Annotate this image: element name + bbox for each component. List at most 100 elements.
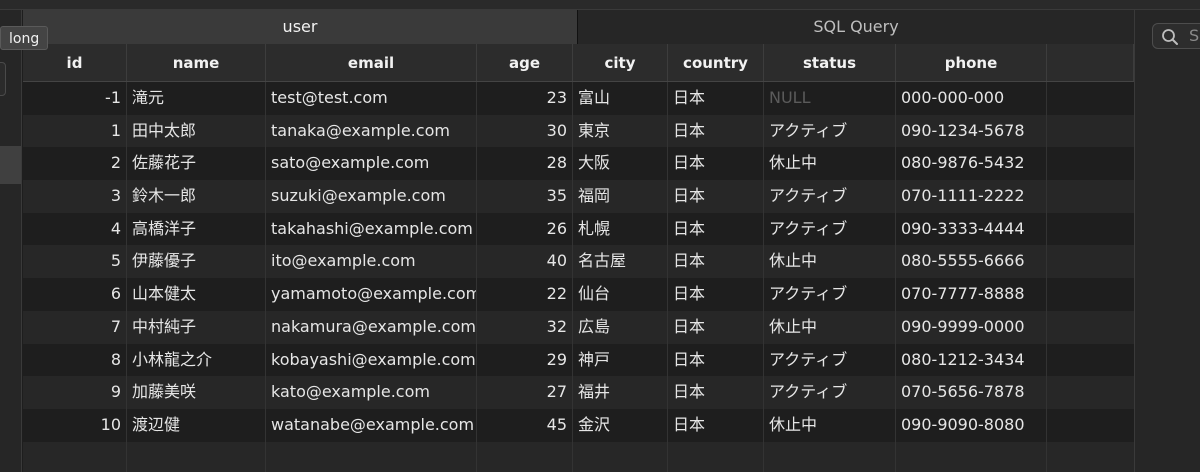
cell-country[interactable]: 日本 — [668, 114, 764, 148]
column-header-status[interactable]: status — [764, 44, 896, 81]
cell-city[interactable]: 札幌 — [573, 212, 668, 246]
cell-age[interactable]: 32 — [477, 310, 573, 344]
cell-age[interactable]: 40 — [477, 245, 573, 279]
cell-status[interactable]: アクティブ — [764, 114, 896, 148]
cell-id[interactable]: 7 — [23, 310, 127, 344]
cell-name[interactable]: 伊藤優子 — [127, 245, 266, 279]
cell-country[interactable]: 日本 — [668, 82, 764, 115]
cell-city[interactable]: 福岡 — [573, 180, 668, 213]
cell-country[interactable]: 日本 — [668, 310, 764, 344]
cell-city[interactable]: 福井 — [573, 376, 668, 409]
cell-email[interactable]: takahashi@example.com — [266, 212, 477, 246]
table-row[interactable]: 1 田中太郎 tanaka@example.com 30 東京 日本 アクティブ 090-12… — [23, 114, 1134, 148]
cell-name[interactable]: 鈴木一郎 — [127, 180, 266, 213]
cell-status[interactable]: 休止中 — [764, 147, 896, 181]
cell-email[interactable]: kobayashi@example.com — [266, 343, 477, 377]
cell-email[interactable]: test@test.com — [266, 82, 477, 115]
column-header-city[interactable]: city — [573, 44, 668, 81]
cell-city[interactable]: 神戸 — [573, 343, 668, 377]
cell-status[interactable]: アクティブ — [764, 212, 896, 246]
cell-status[interactable]: アクティブ — [764, 180, 896, 213]
cell-phone[interactable]: 070-7777-8888 — [896, 278, 1047, 311]
table-row[interactable]: 5 伊藤優子 ito@example.com 40 名古屋 日本 休止中 080-5555-6… — [23, 245, 1134, 279]
cell-age[interactable]: 45 — [477, 408, 573, 442]
left-panel-field[interactable] — [0, 62, 6, 96]
cell-phone[interactable]: 080-1212-3434 — [896, 343, 1047, 377]
cell-status[interactable]: NULL — [764, 82, 896, 115]
cell-phone[interactable]: 090-1234-5678 — [896, 114, 1047, 148]
column-header-country[interactable]: country — [668, 44, 764, 81]
cell-id[interactable]: 10 — [23, 408, 127, 442]
cell-status[interactable]: アクティブ — [764, 376, 896, 409]
cell-city[interactable]: 富山 — [573, 82, 668, 115]
cell-email[interactable]: nakamura@example.com — [266, 310, 477, 344]
cell-email[interactable]: sato@example.com — [266, 147, 477, 181]
cell-id[interactable]: 6 — [23, 278, 127, 311]
cell-status[interactable]: 休止中 — [764, 310, 896, 344]
cell-name[interactable]: 滝元 — [127, 82, 266, 115]
cell-phone[interactable]: 080-5555-6666 — [896, 245, 1047, 279]
cell-name[interactable]: 小林龍之介 — [127, 343, 266, 377]
cell-id[interactable]: -1 — [23, 82, 127, 115]
cell-id[interactable]: 2 — [23, 147, 127, 181]
column-header-age[interactable]: age — [477, 44, 573, 81]
tab-sql-query[interactable]: SQL Query — [578, 10, 1134, 44]
cell-country[interactable]: 日本 — [668, 376, 764, 409]
cell-name[interactable]: 渡辺健 — [127, 408, 266, 442]
cell-age[interactable]: 22 — [477, 278, 573, 311]
cell-phone[interactable]: 070-5656-7878 — [896, 376, 1047, 409]
cell-age[interactable]: 27 — [477, 376, 573, 409]
cell-city[interactable]: 仙台 — [573, 278, 668, 311]
cell-phone[interactable]: 000-000-000 — [896, 82, 1047, 115]
cell-id[interactable]: 3 — [23, 180, 127, 213]
cell-city[interactable]: 東京 — [573, 114, 668, 148]
tab-user[interactable]: user — [23, 10, 578, 44]
cell-country[interactable]: 日本 — [668, 408, 764, 442]
cell-name[interactable]: 高橋洋子 — [127, 212, 266, 246]
column-header-email[interactable]: email — [266, 44, 477, 81]
cell-phone[interactable]: 070-1111-2222 — [896, 180, 1047, 213]
table-row[interactable]: 10 渡辺健 watanabe@example.com 45 金沢 日本 休止中 090-90… — [23, 408, 1134, 442]
search-field[interactable]: S — [1152, 23, 1200, 49]
cell-phone[interactable]: 090-9999-0000 — [896, 310, 1047, 344]
table-row[interactable]: 3 鈴木一郎 suzuki@example.com 35 福岡 日本 アクティブ 070-11… — [23, 180, 1134, 213]
cell-city[interactable]: 大阪 — [573, 147, 668, 181]
cell-status[interactable]: アクティブ — [764, 278, 896, 311]
table-row[interactable]: 6 山本健太 yamamoto@example.com 22 仙台 日本 アクティブ 070-… — [23, 278, 1134, 311]
cell-id[interactable]: 4 — [23, 212, 127, 246]
cell-status[interactable]: 休止中 — [764, 408, 896, 442]
cell-name[interactable]: 中村純子 — [127, 310, 266, 344]
cell-id[interactable]: 5 — [23, 245, 127, 279]
cell-name[interactable]: 加藤美咲 — [127, 376, 266, 409]
cell-status[interactable]: 休止中 — [764, 245, 896, 279]
cell-name[interactable]: 佐藤花子 — [127, 147, 266, 181]
cell-id[interactable]: 8 — [23, 343, 127, 377]
cell-status[interactable]: アクティブ — [764, 343, 896, 377]
table-row[interactable]: 8 小林龍之介 kobayashi@example.com 29 神戸 日本 アクティブ 08… — [23, 343, 1134, 377]
cell-country[interactable]: 日本 — [668, 343, 764, 377]
table-row[interactable]: -1 滝元 test@test.com 23 富山 日本 NULL 000-000-000 — [23, 82, 1134, 115]
cell-city[interactable]: 広島 — [573, 310, 668, 344]
cell-city[interactable]: 金沢 — [573, 408, 668, 442]
column-header-name[interactable]: name — [127, 44, 266, 81]
cell-age[interactable]: 23 — [477, 82, 573, 115]
cell-email[interactable]: yamamoto@example.com — [266, 278, 477, 311]
table-row[interactable]: 9 加藤美咲 kato@example.com 27 福井 日本 アクティブ 070-5656… — [23, 376, 1134, 409]
cell-country[interactable]: 日本 — [668, 180, 764, 213]
cell-name[interactable]: 山本健太 — [127, 278, 266, 311]
cell-email[interactable]: ito@example.com — [266, 245, 477, 279]
cell-phone[interactable]: 090-9090-8080 — [896, 408, 1047, 442]
cell-email[interactable]: kato@example.com — [266, 376, 477, 409]
cell-id[interactable]: 1 — [23, 114, 127, 148]
cell-age[interactable]: 30 — [477, 114, 573, 148]
cell-age[interactable]: 26 — [477, 212, 573, 246]
cell-name[interactable]: 田中太郎 — [127, 114, 266, 148]
cell-age[interactable]: 29 — [477, 343, 573, 377]
cell-email[interactable]: tanaka@example.com — [266, 114, 477, 148]
cell-country[interactable]: 日本 — [668, 278, 764, 311]
cell-email[interactable]: watanabe@example.com — [266, 408, 477, 442]
cell-email[interactable]: suzuki@example.com — [266, 180, 477, 213]
table-row[interactable]: 4 高橋洋子 takahashi@example.com 26 札幌 日本 アクティブ 090… — [23, 212, 1134, 246]
cell-phone[interactable]: 090-3333-4444 — [896, 212, 1047, 246]
cell-age[interactable]: 35 — [477, 180, 573, 213]
